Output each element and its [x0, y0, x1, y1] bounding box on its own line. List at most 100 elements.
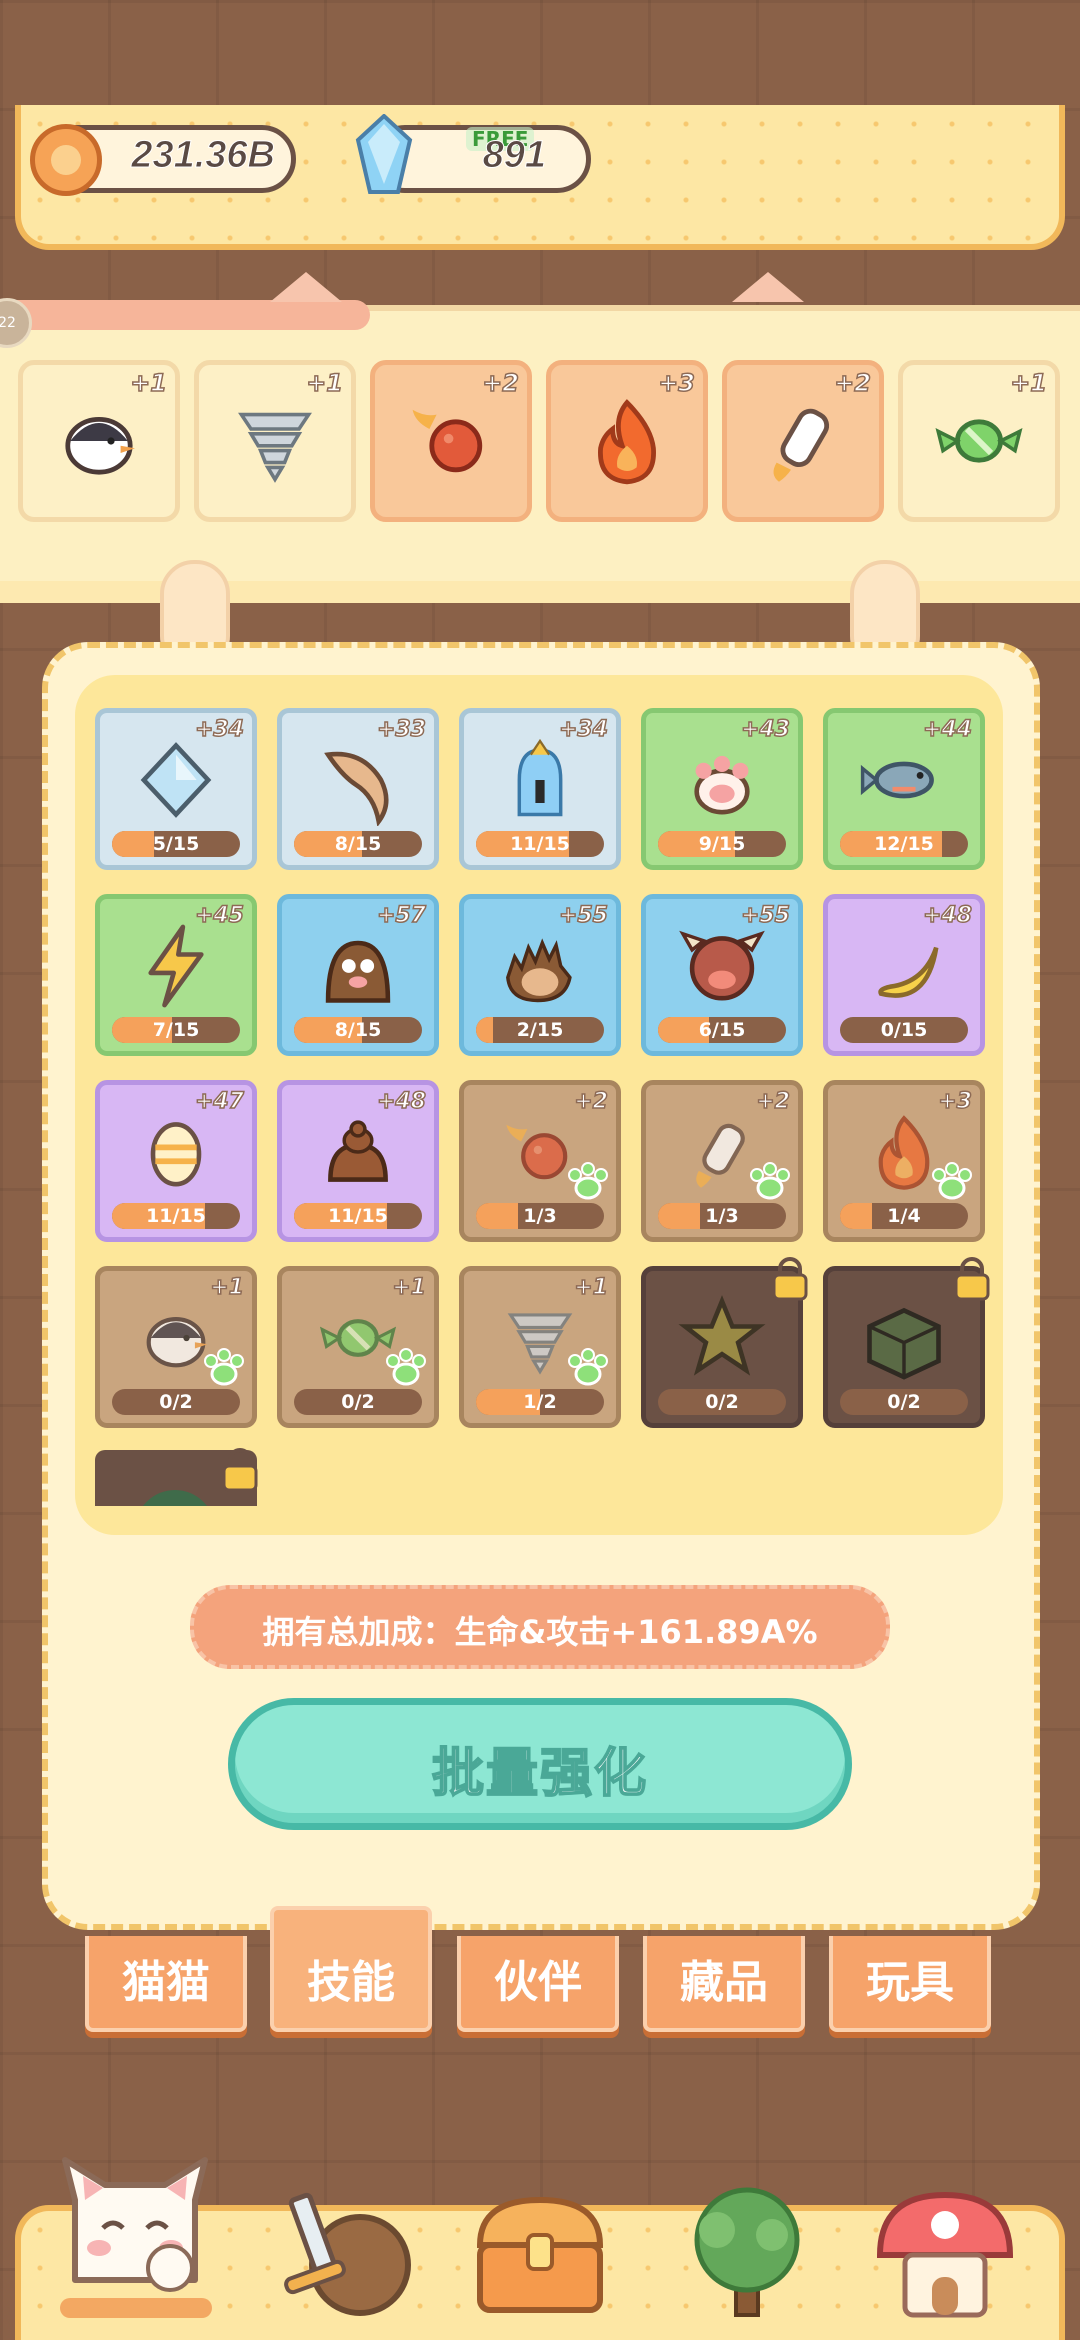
skill-level: +47	[194, 1088, 245, 1115]
lock-icon	[954, 1257, 990, 1301]
progress-text: 11/15	[328, 1205, 388, 1227]
skill-card-tornado[interactable]: +1 1/2	[459, 1266, 621, 1428]
green-paw-badge-icon	[568, 1348, 608, 1386]
skill-card-boomerang[interactable]: +33 8/15	[277, 708, 439, 870]
green-paw-badge-icon	[750, 1162, 790, 1200]
cat-ear-right	[732, 272, 804, 302]
skill-progress-bar: 8/15	[294, 1017, 422, 1043]
currency-bar: 231.36B FREE 891	[15, 105, 1065, 250]
skill-progress-bar: 12/15	[840, 831, 968, 857]
skill-level: +2	[574, 1088, 609, 1115]
skill-progress-bar: 0/2	[840, 1389, 968, 1415]
skill-progress-bar: 1/4	[840, 1203, 968, 1229]
egg-icon	[150, 1121, 202, 1187]
skill-card-candy[interactable]: +1 0/2	[277, 1266, 439, 1428]
skill-card-boar[interactable]: +55 6/15	[641, 894, 803, 1056]
rocket-icon	[773, 408, 830, 482]
box-icon	[867, 1307, 941, 1380]
boomerang-icon	[324, 751, 389, 826]
progress-text: 0/2	[887, 1391, 921, 1413]
green-paw-badge-icon	[932, 1162, 972, 1200]
tab-cats[interactable]: 猫猫	[85, 1936, 247, 2032]
skill-card-rocket[interactable]: +2 1/3	[641, 1080, 803, 1242]
skill-level: +2	[756, 1088, 791, 1115]
skill-card-flame[interactable]: +3 1/4	[823, 1080, 985, 1242]
penguin-icon	[65, 417, 135, 475]
tab-toys[interactable]: 玩具	[829, 1936, 991, 2032]
equipped-slot-flame[interactable]: +3	[546, 360, 708, 522]
skill-card-ghost-cat[interactable]: +34 11/15	[459, 708, 621, 870]
progress-text: 11/15	[510, 833, 570, 855]
progress-text: 0/2	[159, 1391, 193, 1413]
tab-label: 猫猫	[122, 1957, 210, 2008]
skill-card-penguin[interactable]: +1 0/2	[95, 1266, 257, 1428]
equipped-slot-candy[interactable]: +1	[898, 360, 1060, 522]
equipped-slot-tornado[interactable]: +1	[194, 360, 356, 522]
skill-card-lightning[interactable]: +45 7/15	[95, 894, 257, 1056]
skill-card-paw[interactable]: +43 9/15	[641, 708, 803, 870]
skill-progress-bar: 9/15	[658, 831, 786, 857]
skill-level: +1	[392, 1274, 427, 1301]
treasure-chest-icon[interactable]	[470, 2190, 610, 2320]
progress-text: 6/15	[698, 1019, 746, 1041]
boar-icon	[679, 930, 765, 1001]
progress-text: 0/15	[880, 1019, 928, 1041]
skill-card-box[interactable]: 0/2	[823, 1257, 990, 1428]
strip-band	[0, 300, 370, 330]
skill-card-hedgehog[interactable]: +55 2/15	[459, 894, 621, 1056]
progress-text: 12/15	[874, 833, 934, 855]
tab-skills[interactable]: 技能	[270, 1906, 432, 2032]
progress-text: 1/3	[523, 1205, 557, 1227]
progress-text: 5/15	[152, 833, 200, 855]
mushroom-house-icon[interactable]	[870, 2185, 1020, 2325]
fish-icon	[860, 761, 934, 799]
tab-collection[interactable]: 藏品	[643, 1936, 805, 2032]
batch-upgrade-button[interactable]: 批量强化	[228, 1698, 852, 1830]
nav-active-indicator	[60, 2298, 212, 2318]
fireball-icon	[412, 409, 483, 473]
skill-progress-bar: 5/15	[112, 831, 240, 857]
skill-card-mole[interactable]: +57 8/15	[277, 894, 439, 1056]
slot-level: +1	[1009, 368, 1047, 398]
cat-ear-left	[270, 272, 342, 302]
equipped-slot-rocket[interactable]: +2	[722, 360, 884, 522]
skill-level: +33	[376, 716, 427, 743]
skill-card-banana[interactable]: +48 0/15	[823, 894, 985, 1056]
equipped-slot-penguin[interactable]: +1	[18, 360, 180, 522]
gem-counter[interactable]: FREE 891	[355, 114, 591, 194]
skill-progress-bar: 0/2	[658, 1389, 786, 1415]
skill-level: +48	[376, 1088, 427, 1115]
cat-home-icon[interactable]	[55, 2150, 215, 2300]
green-paw-badge-icon	[204, 1348, 244, 1386]
skill-progress-bar: 1/3	[658, 1203, 786, 1229]
side-button-label: 22	[0, 315, 16, 331]
skill-card-fish[interactable]: +44 12/15	[823, 708, 985, 870]
skill-card-poop-bag[interactable]: +48 11/15	[277, 1080, 439, 1242]
skill-progress-bar: 1/3	[476, 1203, 604, 1229]
skill-level: +34	[558, 716, 609, 743]
tab-label: 藏品	[680, 1957, 768, 2008]
skill-card-diamond[interactable]: +34 5/15	[95, 708, 257, 870]
coin-counter[interactable]: 231.36B	[30, 124, 296, 196]
tree-icon[interactable]	[672, 2180, 822, 2320]
progress-text: 8/15	[334, 833, 382, 855]
progress-text: 2/15	[516, 1019, 564, 1041]
tab-partners[interactable]: 伙伴	[457, 1936, 619, 2032]
cat-coin-icon	[30, 124, 102, 196]
progress-text: 1/3	[705, 1205, 739, 1227]
lightning-icon	[148, 924, 204, 1008]
hedgehog-icon	[506, 938, 572, 1003]
sword-shield-icon[interactable]	[265, 2190, 415, 2320]
skill-card-fireball[interactable]: +2 1/3	[459, 1080, 621, 1242]
skill-card-egg[interactable]: +47 11/15	[95, 1080, 257, 1242]
blue-crystal-icon	[355, 114, 413, 194]
equipped-slot-fireball[interactable]: +2	[370, 360, 532, 522]
green-paw-badge-icon	[386, 1348, 426, 1386]
skill-level: +45	[194, 902, 245, 929]
gem-amount: 891	[482, 134, 546, 177]
skill-level: +34	[194, 716, 245, 743]
skill-card-star[interactable]: 0/2	[641, 1257, 808, 1428]
progress-text: 7/15	[152, 1019, 200, 1041]
ghost-cat-icon	[517, 738, 563, 817]
mole-icon	[325, 940, 391, 1003]
